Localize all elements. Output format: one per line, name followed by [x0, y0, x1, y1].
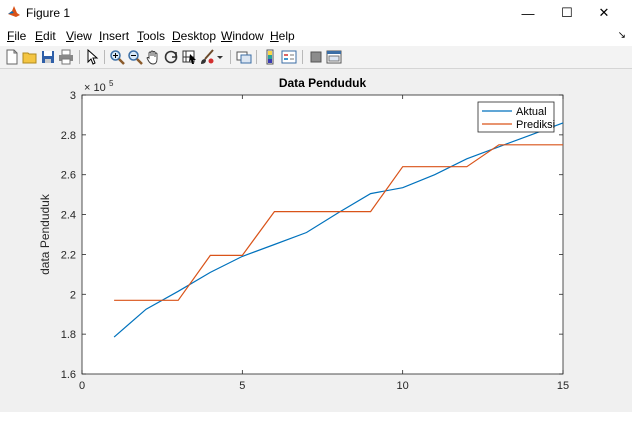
menu-label-rest: dit — [43, 29, 56, 43]
window-titlebar: Figure 1 — ☐ ✕ — [0, 0, 632, 26]
legend-label-prediksi: Prediksi — [516, 119, 555, 131]
menu-window[interactable]: Window — [221, 29, 264, 43]
toolbar-separator — [230, 50, 231, 64]
hide-plot-tools-icon[interactable] — [308, 49, 324, 65]
menu-mnemonic: V — [66, 29, 74, 43]
x-tick-label: 0 — [79, 380, 85, 392]
menu-file[interactable]: File — [7, 29, 26, 43]
menu-desktop[interactable]: Desktop — [172, 29, 216, 43]
window-title: Figure 1 — [26, 6, 71, 20]
brush-icon[interactable] — [199, 49, 215, 65]
minimize-button[interactable]: — — [510, 0, 546, 26]
y-tick-label: 1.6 — [61, 369, 76, 381]
edit-plot-arrow-icon[interactable] — [84, 49, 100, 65]
toolbar-separator — [256, 50, 257, 64]
y-tick-label: 1.8 — [61, 329, 76, 341]
y-tick-label: 2 — [70, 289, 76, 301]
matlab-logo-icon — [8, 6, 20, 17]
menu-insert[interactable]: Insert — [99, 29, 129, 43]
menu-bar: File Edit View Insert Tools Desktop Window Help — [0, 26, 632, 46]
zoom-out-icon[interactable] — [127, 49, 143, 65]
y-tick-label: 2.8 — [61, 130, 76, 142]
line-chart[interactable]: 0 5 10 151.61.822.22.42.62.83× 10 5 Data Pend… — [2, 69, 623, 411]
toolbar-separator — [104, 50, 105, 64]
rotate-3d-icon[interactable] — [163, 49, 179, 65]
new-figure-icon[interactable] — [4, 49, 20, 65]
menu-label-rest: elp — [278, 29, 295, 43]
menu-mnemonic: E — [35, 29, 44, 43]
window-bottom-strip — [0, 412, 632, 444]
menu-edit[interactable]: Edit — [35, 29, 56, 43]
data-cursor-icon[interactable] — [181, 49, 197, 65]
figure-canvas[interactable]: 0 5 10 15 1.6 1.8 2 2.2 2.4 2.6 2.8 3 × 10 5 Data Pend… — [2, 69, 623, 411]
menu-label-rest: ools — [143, 29, 166, 43]
colorbar-icon[interactable] — [262, 49, 278, 65]
legend-icon[interactable] — [281, 49, 297, 65]
x-tick-label: 15 — [557, 380, 569, 392]
y-exponent-label: × 10 — [84, 82, 106, 94]
y-tick-label: 2.2 — [61, 249, 76, 261]
toolbar-separator — [302, 50, 303, 64]
zoom-in-icon[interactable] — [109, 49, 125, 65]
y-tick-label: 2.6 — [61, 170, 76, 182]
menu-label-rest: iew — [73, 29, 92, 43]
menu-label-rest: esktop — [180, 29, 217, 43]
print-icon[interactable] — [58, 49, 74, 65]
menu-help[interactable]: Help — [270, 29, 295, 43]
brush-dropdown-icon[interactable] — [215, 49, 225, 65]
toolbar-separator — [79, 50, 80, 64]
legend-label-aktual: Aktual — [516, 106, 547, 118]
menu-label-rest: ile — [14, 29, 27, 43]
menu-label-rest: nsert — [102, 29, 130, 43]
y-tick-label: 3 — [70, 90, 76, 102]
pan-hand-icon[interactable] — [145, 49, 161, 65]
y-tick-label: 2.4 — [61, 210, 76, 222]
chart-title: Data Penduduk — [279, 76, 367, 90]
link-plot-icon[interactable] — [236, 49, 252, 65]
menu-label-rest: indow — [232, 29, 264, 43]
x-tick-label: 10 — [397, 380, 409, 392]
maximize-button[interactable]: ☐ — [549, 0, 585, 26]
menu-view[interactable]: View — [66, 29, 92, 43]
figure-toolbar — [0, 46, 632, 69]
menu-mnemonic: W — [221, 29, 233, 43]
open-file-icon[interactable] — [22, 49, 38, 65]
axes-box — [81, 94, 564, 375]
close-button[interactable]: ✕ — [586, 0, 622, 26]
menu-mnemonic: D — [172, 29, 181, 43]
y-axis-label: data Penduduk — [38, 193, 52, 275]
dock-figure-icon[interactable]: ↘ — [618, 30, 626, 41]
show-plot-tools-icon[interactable] — [326, 49, 342, 65]
y-exponent-power: 5 — [109, 79, 114, 88]
x-tick-label: 5 — [239, 380, 245, 392]
save-icon[interactable] — [40, 49, 56, 65]
menu-mnemonic: H — [270, 29, 279, 43]
menu-tools[interactable]: Tools — [137, 29, 165, 43]
